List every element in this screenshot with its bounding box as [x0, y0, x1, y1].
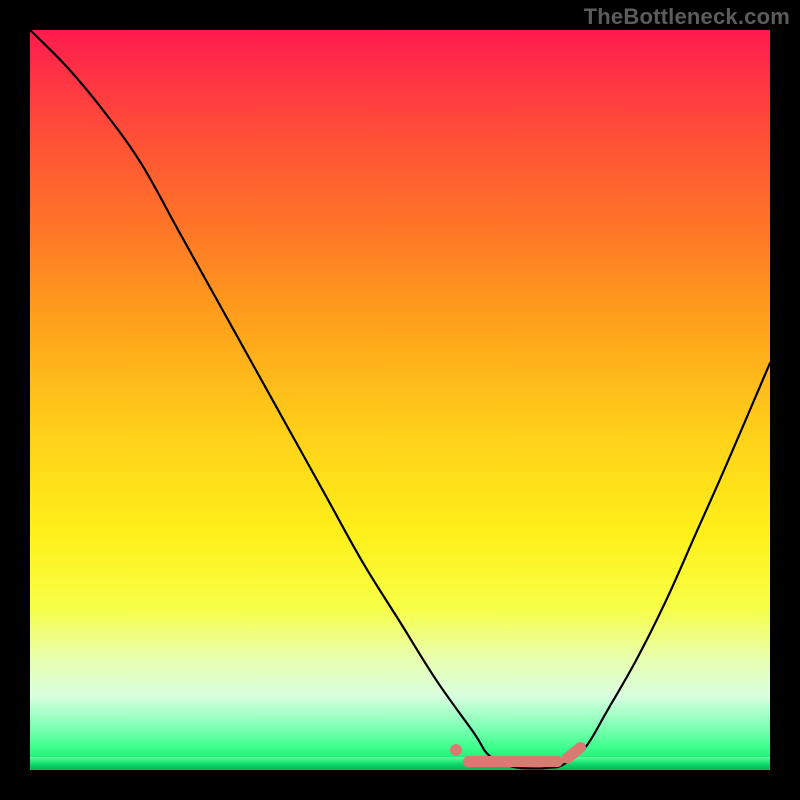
watermark-text: TheBottleneck.com	[584, 4, 790, 30]
selection-marker-flat	[463, 756, 563, 767]
selection-marker-dot	[450, 744, 462, 756]
chart-frame: TheBottleneck.com	[0, 0, 800, 800]
plot-area	[30, 30, 770, 770]
bottleneck-curve	[30, 30, 770, 770]
